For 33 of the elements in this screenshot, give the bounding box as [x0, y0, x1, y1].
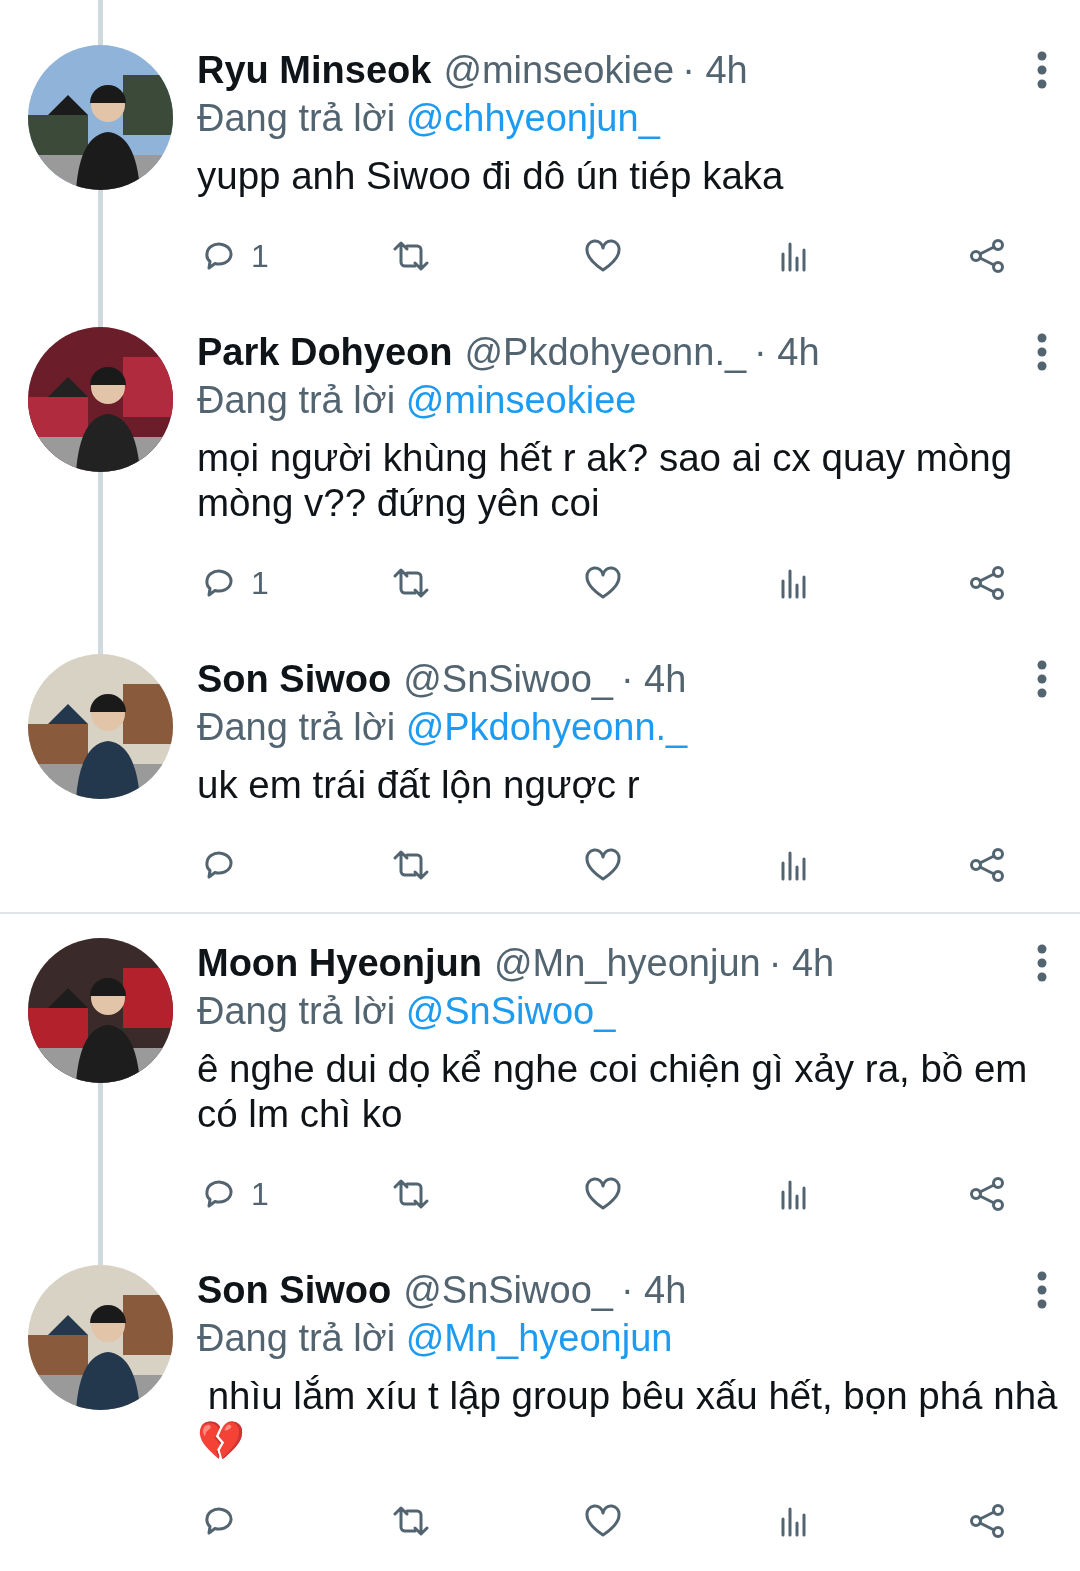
- more-icon[interactable]: [1036, 1270, 1048, 1310]
- reply-count: 1: [251, 564, 269, 602]
- user-handle: @Pkdohyeonn._: [464, 330, 747, 374]
- timestamp: · 4h: [620, 657, 687, 701]
- user-handle: @SnSiwoo_: [403, 1268, 613, 1312]
- user-handle: @SnSiwoo_: [403, 657, 613, 701]
- tweet-text: mọi người khùng hết r ak? sao ai cx quay mòng mòng v?? đứng yên coi: [197, 435, 1014, 525]
- user-name[interactable]: Son Siwoo: [197, 1268, 392, 1312]
- user-name[interactable]: Park Dohyeon: [197, 330, 453, 374]
- user-name[interactable]: Ryu Minseok: [197, 48, 432, 92]
- timestamp: · 4h: [620, 1268, 687, 1312]
- user-handle: @Mn_hyeonjun: [493, 941, 761, 985]
- more-icon[interactable]: [1036, 943, 1048, 983]
- reply-count: 1: [251, 237, 269, 275]
- tweet-text: yupp anh Siwoo đi dô ún tiép kaka: [197, 153, 785, 198]
- reply-label: Đang trả lời: [197, 1317, 396, 1359]
- reply-label: Đang trả lời: [197, 990, 396, 1032]
- user-handle: @minseokiee: [443, 48, 675, 92]
- timestamp: · 4h: [754, 330, 820, 374]
- tweet-text: nhìu lắm xíu t lập group bêu xấu hết, bọn phá nhà💔: [197, 1373, 1059, 1463]
- tweet-text: ê nghe dui dọ kể nghe coi chiện gì xảy ra, bồ em có lm chì ko: [197, 1046, 1029, 1136]
- more-icon[interactable]: [1036, 50, 1048, 90]
- more-icon[interactable]: [1036, 332, 1048, 372]
- reply-count: 1: [251, 1175, 269, 1213]
- timestamp: · 4h: [682, 48, 748, 92]
- user-name[interactable]: Moon Hyeonjun: [197, 941, 482, 985]
- reply-label: Đang trả lời: [197, 706, 396, 748]
- user-name[interactable]: Son Siwoo: [197, 657, 392, 701]
- more-icon[interactable]: [1036, 659, 1048, 699]
- timestamp: · 4h: [768, 941, 835, 985]
- reply-label: Đang trả lời: [197, 97, 396, 139]
- tweet-text: uk em trái đất lộn ngược r: [197, 762, 641, 807]
- reply-label: Đang trả lời: [197, 379, 396, 421]
